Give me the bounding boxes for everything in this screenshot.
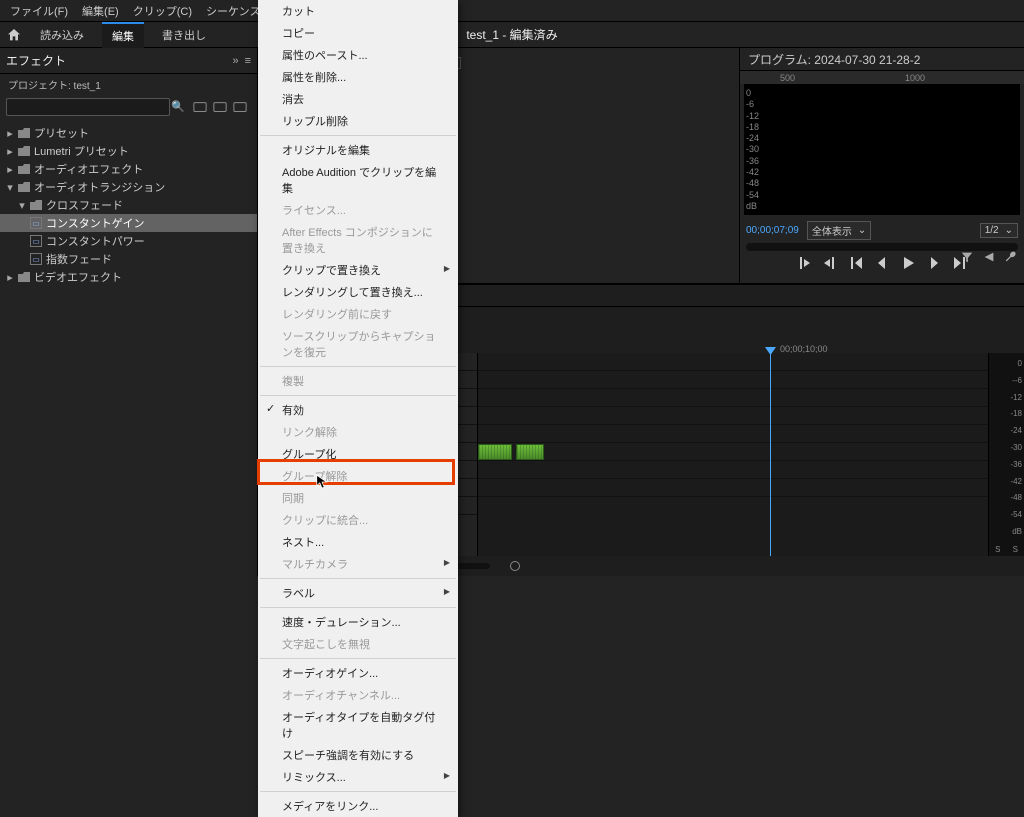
menu-item[interactable]: オーディオタイプを自動タグ付け bbox=[258, 706, 458, 744]
menu-item[interactable]: メディアをリンク... bbox=[258, 795, 458, 817]
tree-constant-power[interactable]: ▭コンスタントパワー bbox=[0, 232, 257, 250]
menu-item: マルチカメラ bbox=[258, 553, 458, 575]
menu-item: グループ解除 bbox=[258, 465, 458, 487]
funnel-icon[interactable] bbox=[960, 250, 974, 264]
audio-clip-2[interactable] bbox=[516, 444, 544, 460]
menu-item: 文字起こしを無視 bbox=[258, 633, 458, 655]
menu-item[interactable]: コピー bbox=[258, 22, 458, 44]
zoom-in-icon[interactable] bbox=[510, 561, 520, 571]
menu-item[interactable]: カット bbox=[258, 0, 458, 22]
menu-item: レンダリング前に戻す bbox=[258, 303, 458, 325]
home-icon[interactable] bbox=[6, 27, 22, 43]
menu-item[interactable]: スピーチ強調を有効にする bbox=[258, 744, 458, 766]
tree-audio-effects[interactable]: ▸オーディオエフェクト bbox=[0, 160, 257, 178]
panel-overflow-icon[interactable]: ≡ bbox=[245, 55, 251, 67]
menu-item[interactable]: ラベル bbox=[258, 582, 458, 604]
share-icon[interactable] bbox=[982, 250, 996, 264]
project-title: test_1 - 編集済み bbox=[466, 26, 557, 43]
menu-item[interactable]: ネスト... bbox=[258, 531, 458, 553]
program-monitor: プログラム: 2024-07-30 21-28-2 5001000 0-6-12… bbox=[740, 48, 1024, 283]
project-breadcrumb[interactable]: プロジェクト: test_1 bbox=[8, 77, 101, 92]
menu-item[interactable]: リミックス... bbox=[258, 766, 458, 788]
program-timecode[interactable]: 00;00;07;09 bbox=[746, 225, 799, 236]
menu-item[interactable]: オーディオゲイン... bbox=[258, 662, 458, 684]
tree-presets[interactable]: ▸プリセット bbox=[0, 124, 257, 142]
effects-panel: エフェクト » ≡ プロジェクト: test_1 🔍 ▸プリセット ▸Lumet… bbox=[0, 48, 258, 576]
step-fwd-icon[interactable] bbox=[926, 255, 942, 271]
workspace: エフェクト » ≡ プロジェクト: test_1 🔍 ▸プリセット ▸Lumet… bbox=[0, 48, 1024, 576]
menu-clip[interactable]: クリップ(C) bbox=[127, 1, 198, 21]
menu-file[interactable]: ファイル(F) bbox=[4, 1, 74, 21]
menu-item[interactable]: オリジナルを編集 bbox=[258, 139, 458, 161]
menu-item[interactable]: 速度・デュレーション... bbox=[258, 611, 458, 633]
panel-quick-icons bbox=[960, 250, 1018, 264]
menu-item[interactable]: レンダリングして置き換え... bbox=[258, 281, 458, 303]
menu-item[interactable]: リップル削除 bbox=[258, 110, 458, 132]
menu-item[interactable]: クリップで置き換え bbox=[258, 259, 458, 281]
wrench-icon[interactable] bbox=[1004, 250, 1018, 264]
play-icon[interactable] bbox=[900, 255, 916, 271]
menu-item: After Effects コンポジションに置き換え bbox=[258, 221, 458, 259]
track-area[interactable] bbox=[478, 353, 988, 556]
program-zoom-dropdown[interactable]: 全体表示⌄ bbox=[807, 221, 871, 240]
program-scale: 0-6-12-18-24-30-36-42-48-54dB bbox=[744, 84, 768, 215]
menu-item: ソースクリップからキャプションを復元 bbox=[258, 325, 458, 363]
tab-export[interactable]: 書き出し bbox=[152, 23, 216, 47]
transition-icon: ▭ bbox=[30, 235, 42, 247]
step-back-icon[interactable] bbox=[874, 255, 890, 271]
tree-video-effects[interactable]: ▸ビデオエフェクト bbox=[0, 268, 257, 286]
program-title: プログラム: 2024-07-30 21-28-2 bbox=[748, 51, 920, 68]
app-menubar: ファイル(F) 編集(E) クリップ(C) シーケンス(S) マーカー(M) グ… bbox=[0, 0, 1024, 22]
accel-icon[interactable] bbox=[193, 100, 207, 114]
menu-item: 同期 bbox=[258, 487, 458, 509]
panel-menu-icon[interactable]: » bbox=[232, 55, 238, 67]
menu-item: リンク解除 bbox=[258, 421, 458, 443]
tab-edit[interactable]: 編集 bbox=[102, 22, 144, 48]
audio-clip-1[interactable] bbox=[478, 444, 512, 460]
tree-exponential-fade[interactable]: ▭指数フェード bbox=[0, 250, 257, 268]
menu-item: 複製 bbox=[258, 370, 458, 392]
tree-lumetri-presets[interactable]: ▸Lumetri プリセット bbox=[0, 142, 257, 160]
menu-item[interactable]: 有効 bbox=[258, 399, 458, 421]
program-resolution-dropdown[interactable]: 1/2⌄ bbox=[980, 223, 1018, 238]
menu-item[interactable]: 消去 bbox=[258, 88, 458, 110]
tree-crossfade[interactable]: ▾クロスフェード bbox=[0, 196, 257, 214]
menu-item[interactable]: 属性のペースト... bbox=[258, 44, 458, 66]
goto-in-icon[interactable] bbox=[848, 255, 864, 271]
transition-icon: ▭ bbox=[30, 253, 42, 265]
effects-tree: ▸プリセット ▸Lumetri プリセット ▸オーディオエフェクト ▾オーディオ… bbox=[0, 120, 257, 290]
search-icon: 🔍 bbox=[171, 100, 185, 113]
menu-item[interactable]: 属性を削除... bbox=[258, 66, 458, 88]
playhead[interactable] bbox=[770, 353, 771, 556]
cursor-icon bbox=[316, 474, 328, 490]
menu-edit[interactable]: 編集(E) bbox=[76, 1, 125, 21]
audio-meter: 0--6-12-18-24-30-36-42-48-54dB SS bbox=[988, 353, 1024, 556]
tree-audio-transitions[interactable]: ▾オーディオトランジション bbox=[0, 178, 257, 196]
menu-item[interactable]: グループ化 bbox=[258, 443, 458, 465]
tree-constant-gain[interactable]: ▭コンスタントゲイン bbox=[0, 214, 257, 232]
menu-item: クリップに統合... bbox=[258, 509, 458, 531]
workspace-topbar: 読み込み 編集 書き出し test_1 - 編集済み bbox=[0, 22, 1024, 48]
effects-search-input[interactable] bbox=[6, 98, 170, 116]
menu-item[interactable]: Adobe Audition でクリップを編集 bbox=[258, 161, 458, 199]
yuv-icon[interactable] bbox=[233, 100, 247, 114]
menu-item: オーディオチャンネル... bbox=[258, 684, 458, 706]
mark-out-icon[interactable] bbox=[822, 255, 838, 271]
program-ruler[interactable]: 5001000 bbox=[740, 70, 1024, 84]
program-view[interactable]: 0-6-12-18-24-30-36-42-48-54dB bbox=[744, 84, 1020, 215]
32bit-icon[interactable] bbox=[213, 100, 227, 114]
tab-import[interactable]: 読み込み bbox=[30, 23, 94, 47]
transition-icon: ▭ bbox=[30, 217, 42, 229]
clip-context-menu: カットコピー属性のペースト...属性を削除...消去リップル削除オリジナルを編集… bbox=[258, 0, 458, 817]
menu-item: ライセンス... bbox=[258, 199, 458, 221]
effects-tab[interactable]: エフェクト bbox=[6, 48, 66, 73]
mark-in-icon[interactable] bbox=[796, 255, 812, 271]
